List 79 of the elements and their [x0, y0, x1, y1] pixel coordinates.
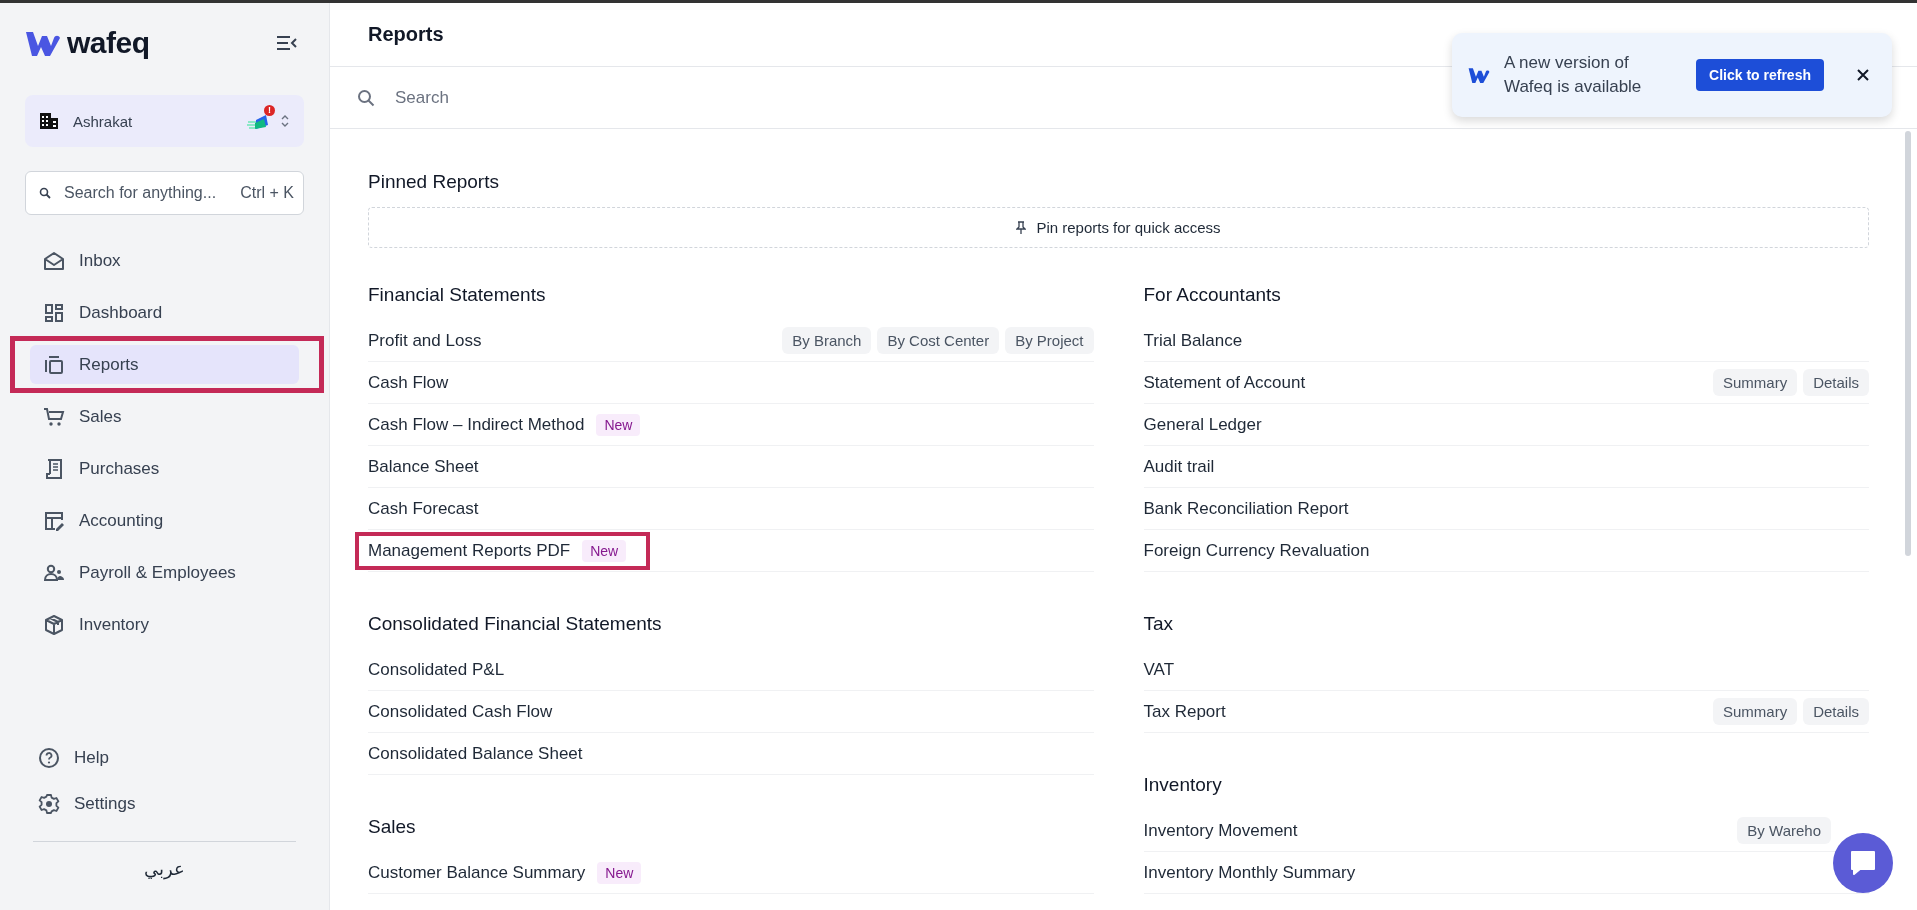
- new-badge: New: [596, 413, 641, 436]
- pin-icon: [1016, 220, 1027, 235]
- report-variant-button[interactable]: Details: [1803, 698, 1869, 725]
- section-title: Inventory: [1143, 773, 1223, 797]
- nav-item[interactable]: Settings: [25, 781, 304, 827]
- new-badge: New: [582, 539, 627, 562]
- report-link[interactable]: Profit and Loss: [368, 330, 482, 351]
- brand-name: wafeq: [67, 26, 150, 60]
- organization-name: Ashrakat: [73, 112, 134, 130]
- placeholder-text: Pin reports for quick access: [1036, 219, 1221, 236]
- collapse-sidebar-icon[interactable]: [276, 35, 298, 51]
- chat-bubble-icon: [1848, 848, 1878, 878]
- report-variant-button[interactable]: By Wareho: [1737, 817, 1831, 844]
- report-link[interactable]: Bank Reconciliation Report: [1143, 498, 1349, 519]
- close-icon[interactable]: [1856, 68, 1870, 82]
- receipt-icon: [43, 457, 65, 480]
- report-link[interactable]: VAT: [1143, 659, 1175, 680]
- help-icon: [38, 747, 60, 769]
- nav-item[interactable]: Payroll & Employees: [30, 553, 299, 592]
- report-variant-button[interactable]: Summary: [1712, 369, 1798, 396]
- report-link[interactable]: Consolidated P&L: [368, 659, 505, 680]
- section-title: Financial Statements: [368, 283, 547, 307]
- report-link[interactable]: General Ledger: [1143, 414, 1262, 435]
- envelope-icon: [43, 249, 65, 272]
- logo-icon: [25, 29, 61, 57]
- report-link[interactable]: Cash Forecast: [368, 498, 479, 519]
- section-title: Tax: [1143, 612, 1175, 636]
- new-badge: New: [597, 861, 642, 884]
- report-variant-button[interactable]: Details: [1803, 369, 1869, 396]
- section-title: Sales: [368, 815, 417, 839]
- organization-switcher[interactable]: Ashrakat !: [25, 95, 304, 147]
- building-icon: [39, 112, 59, 130]
- language-link[interactable]: عربي: [144, 859, 185, 879]
- section-title: Pinned Reports: [368, 170, 500, 194]
- cart-icon: [43, 405, 65, 428]
- report-link[interactable]: Cash Flow – Indirect Method: [368, 414, 585, 435]
- refresh-button[interactable]: Click to refresh: [1696, 59, 1824, 91]
- report-variant-button[interactable]: By Project: [1005, 327, 1094, 354]
- report-link[interactable]: Foreign Currency Revaluation: [1143, 540, 1370, 561]
- report-link[interactable]: Inventory Movement: [1143, 820, 1298, 841]
- report-variant-button[interactable]: Summary: [1712, 698, 1798, 725]
- alert-badge: !: [264, 105, 275, 116]
- box-icon: [43, 613, 65, 636]
- report-link[interactable]: Inventory Monthly Summary: [1143, 862, 1356, 883]
- keyboard-shortcut: Ctrl + K: [240, 184, 294, 202]
- documents-icon: [43, 353, 65, 376]
- section-title: For Accountants: [1143, 283, 1282, 307]
- report-link[interactable]: Trial Balance: [1143, 330, 1243, 351]
- report-variant-button[interactable]: By Branch: [782, 327, 872, 354]
- nav-item[interactable]: Inventory: [30, 605, 299, 644]
- chat-button[interactable]: [1833, 833, 1893, 893]
- organization-logo-icon: [246, 112, 270, 130]
- nav-item[interactable]: Dashboard: [30, 293, 299, 332]
- report-link[interactable]: Statement of Account: [1143, 372, 1306, 393]
- report-link[interactable]: Balance Sheet: [368, 456, 479, 477]
- report-link[interactable]: Consolidated Balance Sheet: [368, 743, 583, 764]
- scrollbar-thumb[interactable]: [1905, 131, 1911, 556]
- report-link[interactable]: Consolidated Cash Flow: [368, 701, 553, 722]
- nav-item[interactable]: Accounting: [30, 501, 299, 540]
- logo-icon: [1468, 66, 1490, 84]
- search-icon: [357, 89, 375, 107]
- nav-item[interactable]: Purchases: [30, 449, 299, 488]
- dashboard-icon: [43, 301, 65, 324]
- section-title: Consolidated Financial Statements: [368, 612, 663, 636]
- settings-icon: [38, 793, 60, 815]
- ledger-edit-icon: [43, 509, 65, 532]
- report-link[interactable]: Customer Balance Summary: [368, 862, 586, 883]
- report-link[interactable]: Tax Report: [1143, 701, 1226, 722]
- report-link[interactable]: Audit trail: [1143, 456, 1215, 477]
- report-variant-button[interactable]: By Cost Center: [877, 327, 1000, 354]
- chevron-updown-icon: [280, 113, 290, 129]
- nav-item[interactable]: Sales: [30, 397, 299, 436]
- page-title: Reports: [368, 23, 444, 46]
- nav-item[interactable]: Help: [25, 735, 304, 781]
- report-link[interactable]: Cash Flow: [368, 372, 449, 393]
- search-icon: [39, 187, 51, 199]
- nav-item[interactable]: Reports: [30, 345, 299, 384]
- report-link[interactable]: Management Reports PDF: [368, 540, 571, 561]
- nav-item[interactable]: Inbox: [30, 241, 299, 280]
